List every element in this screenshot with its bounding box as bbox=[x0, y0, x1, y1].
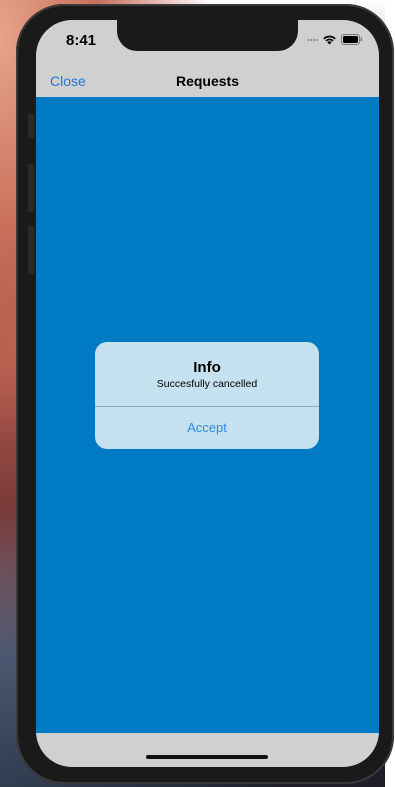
mute-switch bbox=[28, 114, 34, 138]
home-indicator[interactable] bbox=[146, 755, 268, 759]
wifi-icon bbox=[322, 34, 337, 45]
status-time: 8:41 bbox=[66, 32, 97, 49]
status-icons bbox=[307, 34, 363, 45]
bottom-bar bbox=[36, 733, 379, 767]
top-bar: 8:41 Close Requests bbox=[36, 20, 379, 97]
battery-icon bbox=[341, 34, 363, 45]
signal-dots-icon bbox=[307, 38, 318, 41]
volume-up-button bbox=[28, 164, 34, 212]
device-notch bbox=[117, 20, 298, 51]
volume-down-button bbox=[28, 226, 34, 274]
alert-title: Info bbox=[193, 359, 221, 376]
phone-screen: 8:41 Close Requests Info Succesfully can… bbox=[36, 20, 379, 767]
page-title: Requests bbox=[175, 73, 240, 89]
info-alert-dialog: Info Succesfully cancelled Accept bbox=[95, 342, 319, 449]
navigation-bar: Close Requests bbox=[36, 64, 379, 97]
alert-message: Succesfully cancelled bbox=[156, 378, 258, 390]
accept-button[interactable]: Accept bbox=[95, 407, 319, 449]
